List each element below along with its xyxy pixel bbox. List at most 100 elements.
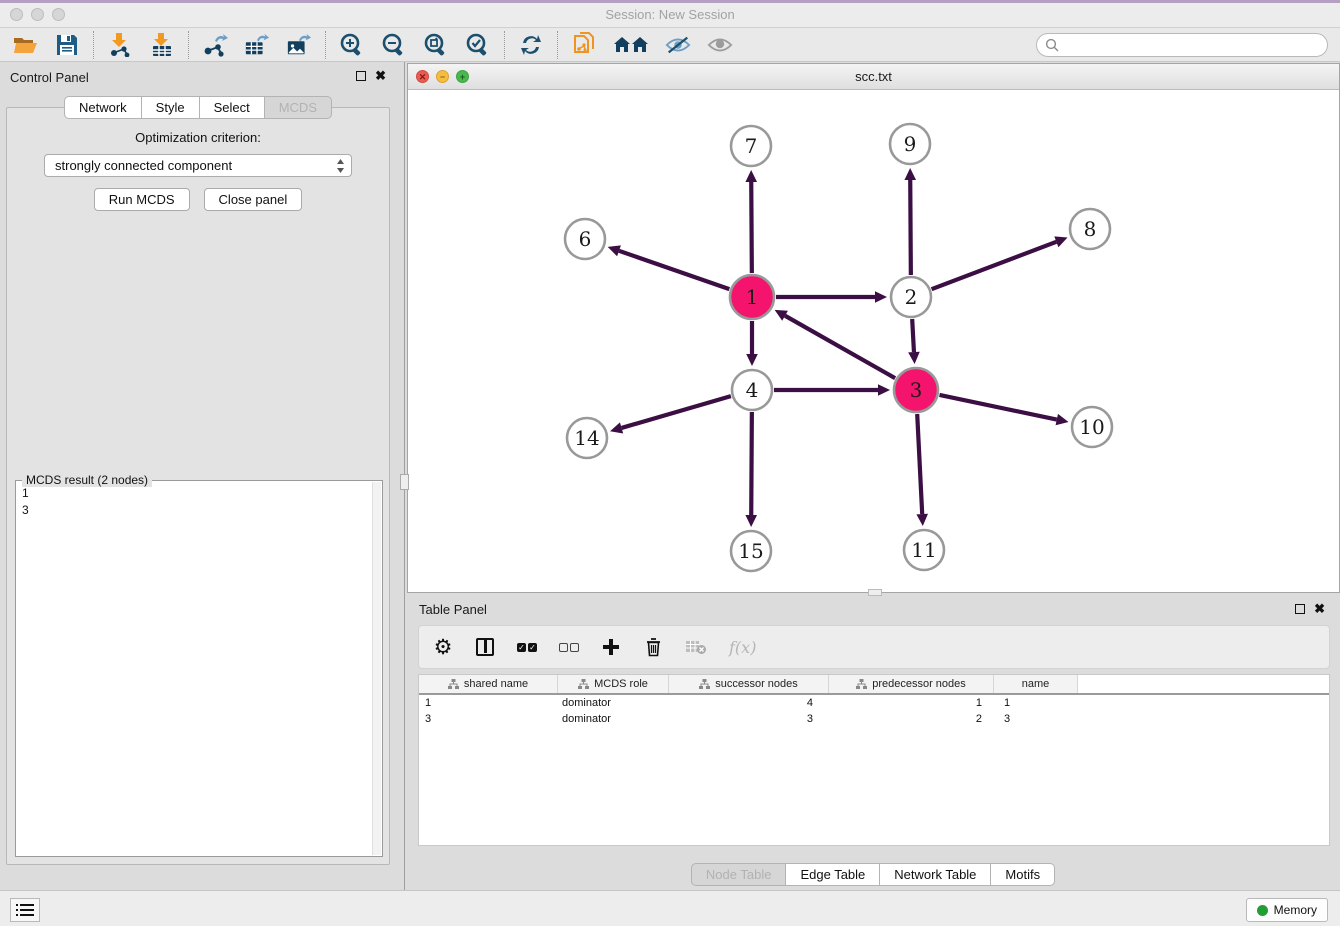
network-window-titlebar: ✕ − + scc.txt bbox=[408, 64, 1339, 90]
node-table[interactable]: shared nameMCDS rolesuccessor nodesprede… bbox=[418, 674, 1330, 846]
panel-splitter-handle[interactable] bbox=[400, 474, 409, 490]
table-cell: dominator bbox=[558, 697, 669, 709]
right-area: ✕ − + scc.txt 7968124314101511 Table Pan… bbox=[404, 62, 1340, 890]
column-chooser-icon[interactable] bbox=[475, 636, 495, 658]
import-network-icon[interactable] bbox=[107, 32, 133, 58]
float-panel-icon[interactable] bbox=[356, 71, 366, 81]
column-header-successor-nodes[interactable]: successor nodes bbox=[669, 675, 829, 693]
column-header-MCDS-role[interactable]: MCDS role bbox=[558, 675, 669, 693]
edge-3-10[interactable] bbox=[939, 395, 1056, 420]
node-label-15: 15 bbox=[738, 539, 763, 563]
close-table-panel-icon[interactable]: ✖ bbox=[1314, 604, 1325, 614]
column-header-shared-name[interactable]: shared name bbox=[419, 675, 558, 693]
table-settings-icon[interactable]: ⚙ bbox=[433, 636, 453, 658]
tab-node-table[interactable]: Node Table bbox=[691, 863, 787, 886]
optimization-criterion-select[interactable]: strongly connected component bbox=[44, 154, 352, 177]
node-label-2: 2 bbox=[905, 285, 918, 309]
app-titlebar: Session: New Session bbox=[0, 3, 1340, 28]
zoom-in-icon[interactable] bbox=[339, 32, 365, 58]
zoom-selected-icon[interactable] bbox=[465, 32, 491, 58]
tab-style[interactable]: Style bbox=[142, 96, 200, 119]
close-panel-button[interactable]: Close panel bbox=[204, 188, 303, 211]
table-cell: dominator bbox=[558, 713, 669, 725]
edge-4-14[interactable] bbox=[622, 396, 731, 428]
node-label-9: 9 bbox=[904, 132, 917, 156]
function-builder-icon[interactable]: f(x) bbox=[729, 636, 756, 658]
refresh-layout-icon[interactable] bbox=[518, 32, 544, 58]
import-table-icon[interactable] bbox=[149, 32, 175, 58]
hierarchy-icon bbox=[448, 679, 459, 689]
table-row[interactable]: 3dominator323 bbox=[419, 711, 1329, 727]
column-header-name[interactable]: name bbox=[994, 675, 1078, 693]
table-toolbar: ⚙ ✓✓ f(x) bbox=[418, 625, 1330, 669]
table-panel: Table Panel ✖ ⚙ ✓✓ bbox=[405, 595, 1340, 890]
search-input[interactable] bbox=[1059, 38, 1319, 52]
horizontal-splitter-handle[interactable] bbox=[868, 589, 882, 596]
network-canvas[interactable]: 7968124314101511 bbox=[408, 90, 1339, 592]
edge-3-11[interactable] bbox=[917, 414, 922, 514]
network-graph[interactable]: 7968124314101511 bbox=[408, 90, 1339, 592]
mcds-result-box: MCDS result (2 nodes) 1 3 bbox=[15, 480, 383, 857]
column-header-predecessor-nodes[interactable]: predecessor nodes bbox=[829, 675, 994, 693]
show-all-icon[interactable] bbox=[707, 32, 733, 58]
arrowhead-3-10 bbox=[1056, 414, 1069, 425]
deselect-all-rows-icon[interactable] bbox=[559, 636, 579, 658]
edge-1-7[interactable] bbox=[751, 182, 752, 273]
arrowhead-1-7 bbox=[745, 170, 757, 182]
hide-selected-icon[interactable] bbox=[665, 32, 691, 58]
edge-2-3[interactable] bbox=[912, 319, 914, 352]
network-document-icon[interactable] bbox=[571, 32, 597, 58]
node-label-6: 6 bbox=[579, 227, 592, 251]
table-panel-header: Table Panel ✖ bbox=[405, 601, 1340, 621]
mcds-panel: Optimization criterion: strongly connect… bbox=[6, 107, 390, 865]
edge-2-9[interactable] bbox=[910, 180, 911, 275]
tab-mcds[interactable]: MCDS bbox=[265, 96, 332, 119]
search-box[interactable] bbox=[1036, 33, 1328, 57]
table-panel-tabs: Node TableEdge TableNetwork TableMotifs bbox=[691, 863, 1055, 886]
export-image-icon[interactable] bbox=[286, 32, 312, 58]
node-label-11: 11 bbox=[911, 538, 936, 562]
close-panel-icon[interactable]: ✖ bbox=[375, 71, 386, 81]
arrowhead-4-15 bbox=[745, 515, 757, 527]
delete-column-icon[interactable] bbox=[643, 636, 663, 658]
select-all-rows-icon[interactable]: ✓✓ bbox=[517, 636, 537, 658]
first-neighbors-icon[interactable] bbox=[613, 32, 649, 58]
tab-edge-table[interactable]: Edge Table bbox=[786, 863, 880, 886]
control-panel: Control Panel ✖ NetworkStyleSelectMCDS O… bbox=[0, 62, 396, 890]
memory-button[interactable]: Memory bbox=[1246, 898, 1328, 922]
control-panel-title: Control Panel bbox=[10, 70, 89, 85]
arrowhead-1-6 bbox=[608, 245, 621, 256]
tab-network[interactable]: Network bbox=[64, 96, 142, 119]
hierarchy-icon bbox=[699, 679, 710, 689]
table-cell: 3 bbox=[419, 713, 558, 725]
edge-1-6[interactable] bbox=[619, 251, 729, 289]
table-panel-title: Table Panel bbox=[419, 602, 487, 617]
edge-2-8[interactable] bbox=[932, 242, 1057, 289]
zoom-out-icon[interactable] bbox=[381, 32, 407, 58]
optimization-criterion-label: Optimization criterion: bbox=[7, 130, 389, 145]
zoom-fit-icon[interactable] bbox=[423, 32, 449, 58]
export-network-icon[interactable] bbox=[202, 32, 228, 58]
run-mcds-button[interactable]: Run MCDS bbox=[94, 188, 190, 211]
arrowhead-3-11 bbox=[916, 514, 928, 526]
tab-select[interactable]: Select bbox=[200, 96, 265, 119]
node-label-3: 3 bbox=[910, 378, 923, 402]
result-scrollbar[interactable] bbox=[372, 482, 381, 855]
open-file-icon[interactable] bbox=[12, 32, 38, 58]
save-session-icon[interactable] bbox=[54, 32, 80, 58]
task-history-button[interactable] bbox=[10, 898, 40, 922]
arrowhead-1-2 bbox=[875, 291, 887, 303]
hierarchy-icon bbox=[856, 679, 867, 689]
edge-3-1[interactable] bbox=[785, 316, 895, 378]
delete-table-icon[interactable] bbox=[685, 636, 707, 658]
table-row[interactable]: 1dominator411 bbox=[419, 695, 1329, 711]
add-column-icon[interactable] bbox=[601, 636, 621, 658]
memory-label: Memory bbox=[1274, 903, 1317, 917]
main-area: Control Panel ✖ NetworkStyleSelectMCDS O… bbox=[0, 62, 1340, 890]
export-table-icon[interactable] bbox=[244, 32, 270, 58]
edge-4-15[interactable] bbox=[751, 412, 752, 515]
tab-network-table[interactable]: Network Table bbox=[880, 863, 991, 886]
float-table-panel-icon[interactable] bbox=[1295, 604, 1305, 614]
tab-motifs[interactable]: Motifs bbox=[991, 863, 1055, 886]
arrowhead-4-14 bbox=[610, 422, 623, 433]
